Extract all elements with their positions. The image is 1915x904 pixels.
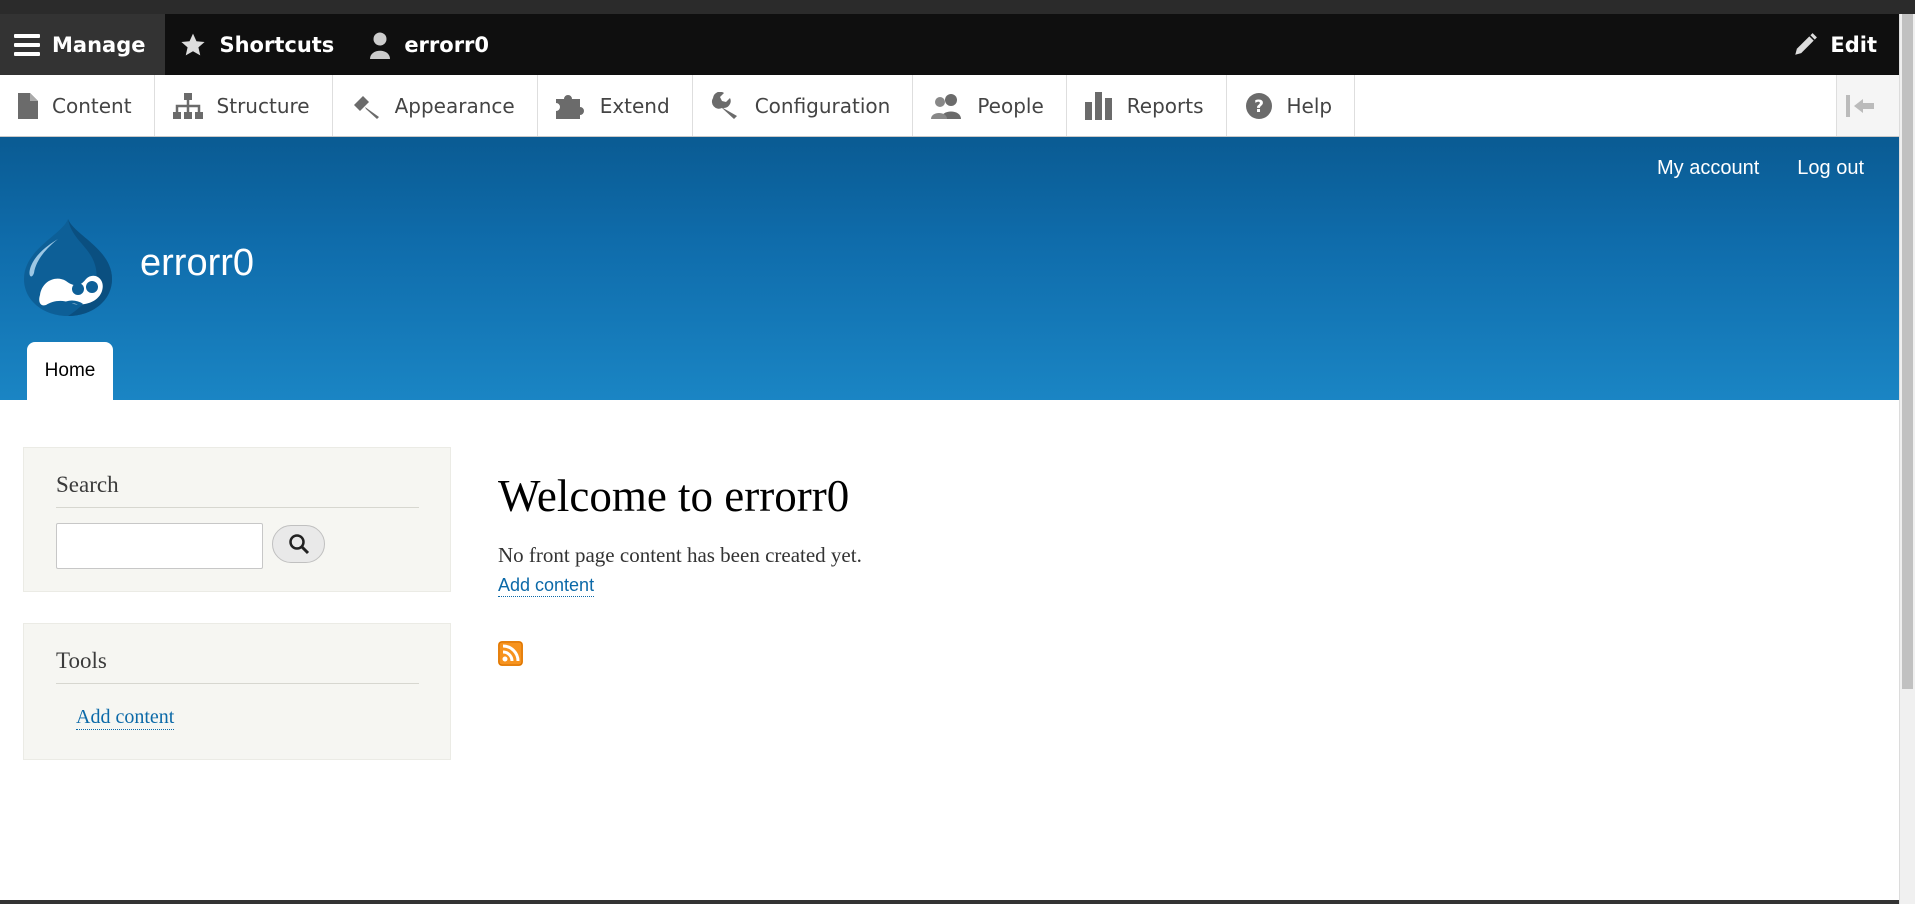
search-block: Search (23, 447, 451, 592)
edit-label: Edit (1830, 32, 1877, 57)
tray-item-reports-label: Reports (1126, 93, 1204, 118)
tray-item-help[interactable]: ? Help (1227, 75, 1356, 136)
bar-chart-icon (1084, 91, 1112, 120)
manage-button[interactable]: Manage (0, 14, 166, 75)
log-out-link[interactable]: Log out (1797, 157, 1864, 180)
tray-item-appearance-label: Appearance (394, 93, 515, 118)
drupal-logo[interactable] (22, 217, 114, 317)
tray-item-people-label: People (977, 93, 1044, 118)
tab-home[interactable]: Home (27, 342, 113, 400)
user-account-button[interactable]: errorr0 (354, 14, 509, 75)
add-content-link[interactable]: Add content (498, 575, 595, 597)
shortcuts-button[interactable]: Shortcuts (165, 14, 354, 75)
tools-block: Tools Add content (23, 623, 451, 760)
tray-item-reports[interactable]: Reports (1067, 75, 1227, 136)
search-block-title: Search (56, 472, 419, 508)
tray-item-content-label: Content (52, 93, 132, 118)
manage-label: Manage (52, 32, 146, 57)
admin-toolbar: Manage Shortcuts errorr0 Edit (0, 14, 1899, 75)
tray-item-appearance[interactable]: Appearance (333, 75, 538, 136)
tools-block-title: Tools (56, 648, 419, 684)
wrench-icon (711, 91, 737, 119)
site-name[interactable]: errorr0 (140, 242, 254, 285)
tray-item-help-label: Help (1286, 93, 1333, 118)
empty-front-page-message: No front page content has been created y… (498, 543, 862, 567)
page-scrollbar[interactable] (1899, 14, 1915, 904)
search-button[interactable] (272, 525, 325, 563)
admin-tray: Content Structure Appearance Extend Conf… (0, 75, 1899, 137)
search-input[interactable] (56, 523, 263, 569)
tray-item-configuration-label: Configuration (754, 93, 891, 118)
rss-icon[interactable] (498, 641, 523, 666)
pencil-icon (1795, 32, 1818, 55)
svg-text:?: ? (1254, 97, 1264, 117)
page-title: Welcome to errorr0 (498, 471, 850, 521)
tools-add-content-link[interactable]: Add content (76, 706, 175, 730)
tray-item-people[interactable]: People (913, 75, 1067, 136)
shortcuts-label: Shortcuts (219, 32, 335, 57)
site-header: My account Log out errorr0 Home (0, 137, 1899, 400)
bottom-edge (0, 900, 1899, 904)
help-icon: ? (1245, 92, 1272, 119)
tray-item-structure-label: Structure (216, 93, 310, 118)
scrollbar-thumb[interactable] (1902, 14, 1913, 689)
file-icon (18, 92, 38, 119)
tray-item-extend-label: Extend (599, 93, 670, 118)
tray-item-configuration[interactable]: Configuration (693, 75, 914, 136)
user-icon (370, 32, 391, 59)
edit-button[interactable]: Edit (1778, 14, 1899, 75)
tray-spacer (1355, 75, 1836, 136)
secondary-menu: My account Log out (1657, 157, 1864, 180)
my-account-link[interactable]: My account (1657, 157, 1759, 180)
paintbrush-icon (353, 95, 379, 119)
puzzle-icon (555, 94, 584, 119)
tray-item-content[interactable]: Content (0, 75, 155, 136)
tray-orientation-toggle[interactable] (1836, 75, 1899, 136)
tray-item-extend[interactable]: Extend (538, 75, 693, 136)
people-icon (931, 93, 962, 119)
hamburger-icon (14, 33, 40, 56)
browser-top-strip (0, 0, 1915, 14)
search-icon (288, 534, 309, 555)
sitemap-icon (172, 92, 203, 119)
tray-item-structure[interactable]: Structure (155, 75, 333, 136)
user-name-label: errorr0 (404, 32, 490, 57)
collapse-left-icon (1846, 94, 1874, 117)
star-icon (181, 33, 206, 55)
